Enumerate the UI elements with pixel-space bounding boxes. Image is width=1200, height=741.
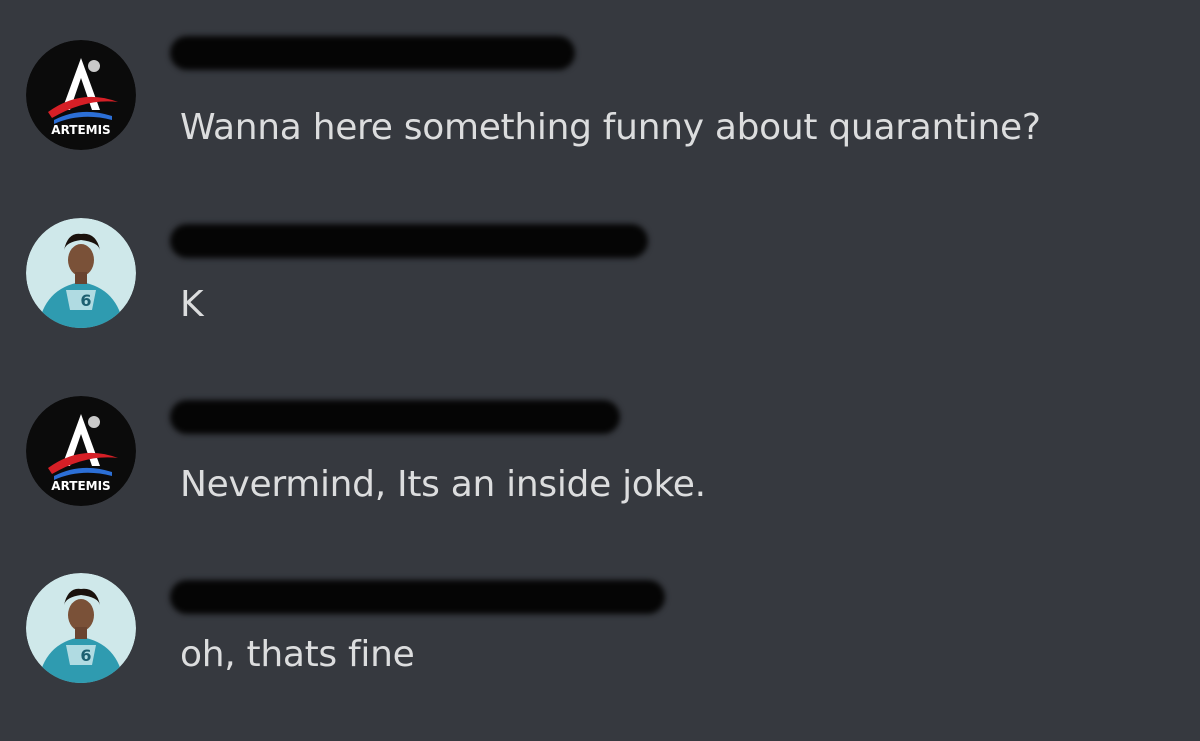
- username-redacted: [170, 36, 575, 70]
- chat-log: ARTEMIS Wanna here something funny about…: [0, 0, 1200, 741]
- svg-text:ARTEMIS: ARTEMIS: [51, 123, 110, 137]
- message-text: Wanna here something funny about quarant…: [180, 107, 1041, 148]
- message-text: K: [180, 284, 204, 325]
- message-3: ARTEMIS Nevermind, Its an inside joke.: [0, 390, 1200, 510]
- username-redacted: [170, 580, 665, 614]
- artemis-logo-icon[interactable]: ARTEMIS: [26, 40, 136, 150]
- svg-text:6: 6: [80, 291, 91, 310]
- message-1: ARTEMIS Wanna here something funny about…: [0, 28, 1200, 150]
- person-avatar-icon[interactable]: 6: [26, 573, 136, 683]
- message-text: Nevermind, Its an inside joke.: [180, 464, 706, 505]
- message-2: 6 K: [0, 212, 1200, 332]
- message-text: oh, thats fine: [180, 634, 415, 675]
- username-redacted: [170, 224, 648, 258]
- artemis-logo-icon[interactable]: ARTEMIS: [26, 396, 136, 506]
- svg-text:6: 6: [80, 646, 91, 665]
- username-redacted: [170, 400, 620, 434]
- person-avatar-icon[interactable]: 6: [26, 218, 136, 328]
- message-4: 6 oh, thats fine: [0, 568, 1200, 688]
- svg-text:ARTEMIS: ARTEMIS: [51, 479, 110, 493]
